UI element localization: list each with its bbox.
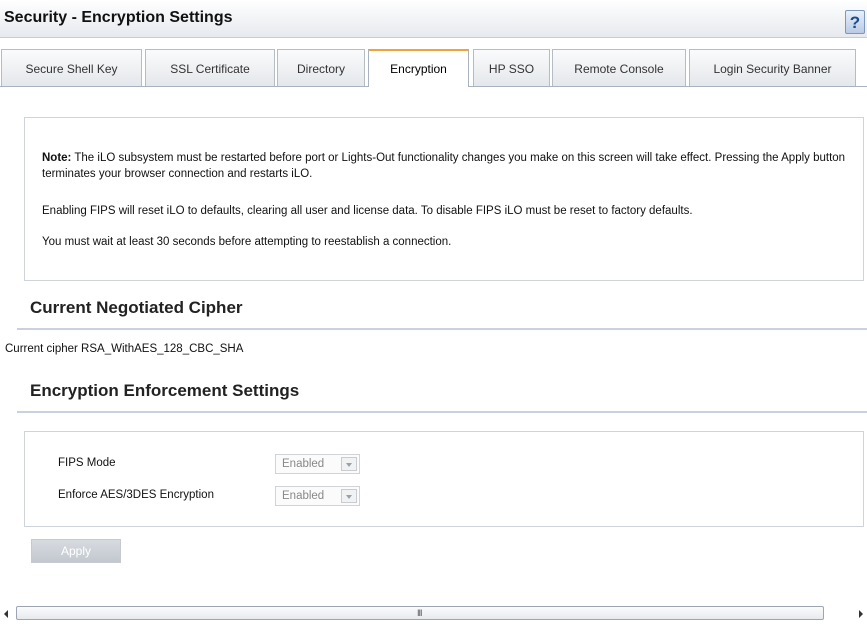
tab-remote-console[interactable]: Remote Console — [552, 49, 686, 86]
note-wait-text: You must wait at least 30 seconds before… — [42, 236, 452, 248]
scrollbar-grip: III — [417, 608, 422, 618]
note-fips-text: Enabling FIPS will reset iLO to defaults… — [42, 205, 693, 217]
scroll-left-icon[interactable] — [0, 605, 16, 621]
title-bar: Security - Encryption Settings ? — [0, 0, 867, 38]
tab-login-security-banner[interactable]: Login Security Banner — [689, 49, 856, 86]
enforcement-settings-box: FIPS Mode Enabled Enforce AES/3DES Encry… — [24, 431, 864, 527]
note-label: Note: — [42, 152, 72, 164]
apply-button[interactable]: Apply — [31, 539, 121, 563]
tab-directory[interactable]: Directory — [277, 49, 365, 86]
enforcement-section-title: Encryption Enforcement Settings — [30, 381, 300, 400]
tab-strip: Secure Shell Key SSL Certificate Directo… — [0, 49, 867, 87]
enforcement-section-header: Encryption Enforcement Settings — [17, 379, 867, 413]
enforce-aes-value: Enabled — [282, 490, 325, 502]
restart-note: Note: The iLO subsystem must be restarte… — [24, 117, 864, 281]
enforce-aes-select[interactable]: Enabled — [275, 486, 360, 506]
chevron-down-icon[interactable] — [341, 457, 357, 471]
help-icon[interactable]: ? — [845, 10, 865, 34]
fips-mode-value: Enabled — [282, 458, 325, 470]
tab-secure-shell-key[interactable]: Secure Shell Key — [1, 49, 142, 86]
tab-hp-sso[interactable]: HP SSO — [473, 49, 550, 86]
cipher-section-header: Current Negotiated Cipher — [17, 296, 867, 330]
current-cipher-text: Current cipher RSA_WithAES_128_CBC_SHA — [5, 343, 244, 355]
scroll-right-icon[interactable] — [851, 605, 867, 621]
tab-encryption[interactable]: Encryption — [368, 49, 469, 87]
cipher-section-title: Current Negotiated Cipher — [30, 298, 243, 317]
fips-mode-label: FIPS Mode — [58, 457, 116, 469]
page-title: Security - Encryption Settings — [4, 9, 233, 26]
note-restart-text: The iLO subsystem must be restarted befo… — [42, 152, 846, 180]
scrollbar-thumb[interactable]: III — [16, 606, 824, 620]
fips-mode-select[interactable]: Enabled — [275, 454, 360, 474]
horizontal-scrollbar[interactable]: III — [0, 599, 867, 626]
note-paragraph-restart: Note: The iLO subsystem must be restarte… — [42, 150, 852, 182]
chevron-down-icon[interactable] — [341, 489, 357, 503]
tab-ssl-certificate[interactable]: SSL Certificate — [145, 49, 275, 86]
enforce-aes-label: Enforce AES/3DES Encryption — [58, 489, 214, 501]
